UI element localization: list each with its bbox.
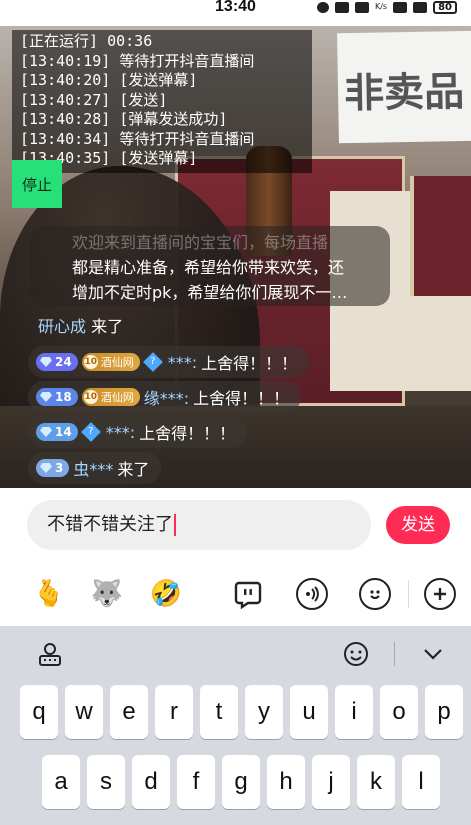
key-q[interactable]: q bbox=[20, 685, 58, 739]
key-t[interactable]: t bbox=[200, 685, 238, 739]
diamond-icon bbox=[40, 427, 52, 437]
announcement-line: 增加不定时pk，希望给你们展现不一… bbox=[72, 283, 348, 302]
comment-row[interactable]: 14 ? ***: 上舍得！！！ bbox=[28, 416, 248, 448]
battery-indicator: 80 bbox=[433, 0, 457, 14]
log-line: [13:40:34] 等待打开抖音直播间 bbox=[20, 129, 255, 148]
user-level-badge: 18 bbox=[36, 388, 78, 406]
fan-level: 10 bbox=[83, 355, 98, 369]
bluetooth-icon bbox=[354, 1, 369, 13]
comment-username[interactable]: 缘***: bbox=[144, 385, 189, 409]
key-l[interactable]: l bbox=[402, 755, 440, 809]
comment-row[interactable]: 18 10 酒仙网 缘***: 上舍得！！！ bbox=[28, 381, 302, 413]
user-level-badge: 3 bbox=[36, 459, 70, 477]
emoji-face-icon[interactable] bbox=[359, 578, 391, 610]
welcome-message: 研心成 来了 bbox=[28, 314, 133, 340]
quick-reply-icon[interactable] bbox=[230, 576, 266, 612]
comment-text: 上舍得！！！ bbox=[193, 389, 290, 408]
user-level-badge: 14 bbox=[36, 423, 78, 441]
net-speed: K/s bbox=[374, 2, 388, 11]
husky-emoji-icon[interactable]: 🐺 bbox=[89, 576, 125, 612]
log-line: [13:40:27] [发送] bbox=[20, 90, 168, 109]
key-u[interactable]: u bbox=[290, 685, 328, 739]
laughing-emoji-icon[interactable]: 🤣 bbox=[148, 576, 184, 612]
log-line: [正在运行] 00:36 bbox=[20, 32, 153, 50]
comment-text: 来了 bbox=[117, 460, 150, 479]
fan-club-badge: 10 酒仙网 bbox=[81, 353, 140, 371]
log-line: [13:40:20] [发送弹幕] bbox=[20, 71, 198, 89]
key-f[interactable]: f bbox=[177, 755, 215, 809]
anonymous-icon: ? bbox=[142, 352, 163, 372]
product-box-side bbox=[410, 176, 471, 296]
comment-username[interactable]: ***: bbox=[168, 353, 197, 372]
welcome-text: 来了 bbox=[91, 317, 124, 336]
comment-text: 上舍得！！！ bbox=[139, 424, 236, 443]
comment-row[interactable]: 3 虫*** 来了 bbox=[28, 452, 162, 484]
log-line: [13:40:19] 等待打开抖音直播间 bbox=[20, 51, 255, 70]
announcement-line: 欢迎来到直播间的宝宝们，每场直播 bbox=[72, 233, 329, 252]
welcome-username[interactable]: 研心成 bbox=[38, 317, 86, 336]
silent-icon bbox=[334, 1, 349, 13]
key-o[interactable]: o bbox=[380, 685, 418, 739]
comment-username[interactable]: 虫*** bbox=[73, 456, 113, 480]
eye-icon bbox=[316, 1, 329, 13]
stop-button[interactable]: 停止 bbox=[12, 160, 62, 208]
sign-text: 非卖品 bbox=[343, 69, 465, 118]
signal-icon bbox=[413, 1, 428, 13]
key-k[interactable]: k bbox=[357, 755, 395, 809]
comment-username[interactable]: ***: bbox=[106, 423, 135, 442]
plus-icon[interactable] bbox=[424, 578, 456, 610]
status-bar: 13:40 K/s 80 bbox=[0, 0, 471, 26]
comment-row[interactable]: 24 10 酒仙网 ? ***: 上舍得！！！ bbox=[28, 346, 310, 378]
fan-level: 10 bbox=[83, 390, 98, 404]
toolbar-divider bbox=[408, 580, 409, 608]
keyboard-top-bar bbox=[0, 626, 471, 682]
announcement-line: 都是精心准备，希望给你带来欢笑，还 bbox=[72, 258, 345, 277]
anonymous-icon: ? bbox=[80, 422, 101, 442]
keyboard-settings-icon[interactable] bbox=[36, 640, 64, 668]
user-level-badge: 24 bbox=[36, 353, 78, 371]
log-line: [13:40:28] [弹幕发送成功] bbox=[20, 110, 228, 128]
send-button[interactable]: 发送 bbox=[386, 506, 450, 544]
diamond-icon bbox=[40, 463, 52, 473]
key-e[interactable]: e bbox=[110, 685, 148, 739]
fan-club-badge: 10 酒仙网 bbox=[81, 388, 140, 406]
not-for-sale-sign: 非卖品 bbox=[337, 30, 471, 144]
key-s[interactable]: s bbox=[87, 755, 125, 809]
comment-input-bar: 不错不错关注了 发送 bbox=[0, 488, 471, 562]
key-r[interactable]: r bbox=[155, 685, 193, 739]
key-d[interactable]: d bbox=[132, 755, 170, 809]
key-g[interactable]: g bbox=[222, 755, 260, 809]
finger-heart-emoji-icon[interactable]: 🫰 bbox=[31, 576, 67, 612]
key-h[interactable]: h bbox=[267, 755, 305, 809]
key-y[interactable]: y bbox=[245, 685, 283, 739]
comment-input-value: 不错不错关注了 bbox=[47, 514, 173, 535]
comment-input[interactable]: 不错不错关注了 bbox=[27, 500, 371, 550]
wifi-icon bbox=[393, 1, 408, 13]
key-i[interactable]: i bbox=[335, 685, 373, 739]
announcement-bubble[interactable]: 欢迎来到直播间的宝宝们，每场直播 都是精心准备，希望给你带来欢笑，还 增加不定时… bbox=[30, 226, 390, 306]
key-a[interactable]: a bbox=[42, 755, 80, 809]
key-j[interactable]: j bbox=[312, 755, 350, 809]
emoji-keyboard-icon[interactable] bbox=[342, 640, 370, 668]
diamond-icon bbox=[40, 357, 52, 367]
comment-text: 上舍得！！！ bbox=[201, 354, 298, 373]
text-caret bbox=[174, 514, 176, 536]
keyboard-divider bbox=[394, 642, 395, 666]
diamond-icon bbox=[40, 392, 52, 402]
log-line: [13:40:35] [发送弹幕] bbox=[20, 149, 198, 167]
status-icons: K/s 80 bbox=[316, 0, 457, 14]
collapse-keyboard-icon[interactable] bbox=[419, 640, 447, 668]
voice-icon[interactable] bbox=[296, 578, 328, 610]
key-p[interactable]: p bbox=[425, 685, 463, 739]
automation-log: [正在运行] 00:36 [13:40:19] 等待打开抖音直播间 [13:40… bbox=[12, 30, 312, 173]
soft-keyboard: q w e r t y u i o p a s d f g h j k l bbox=[0, 626, 471, 825]
key-w[interactable]: w bbox=[65, 685, 103, 739]
input-toolbar: 🫰 🐺 🤣 bbox=[0, 562, 471, 626]
